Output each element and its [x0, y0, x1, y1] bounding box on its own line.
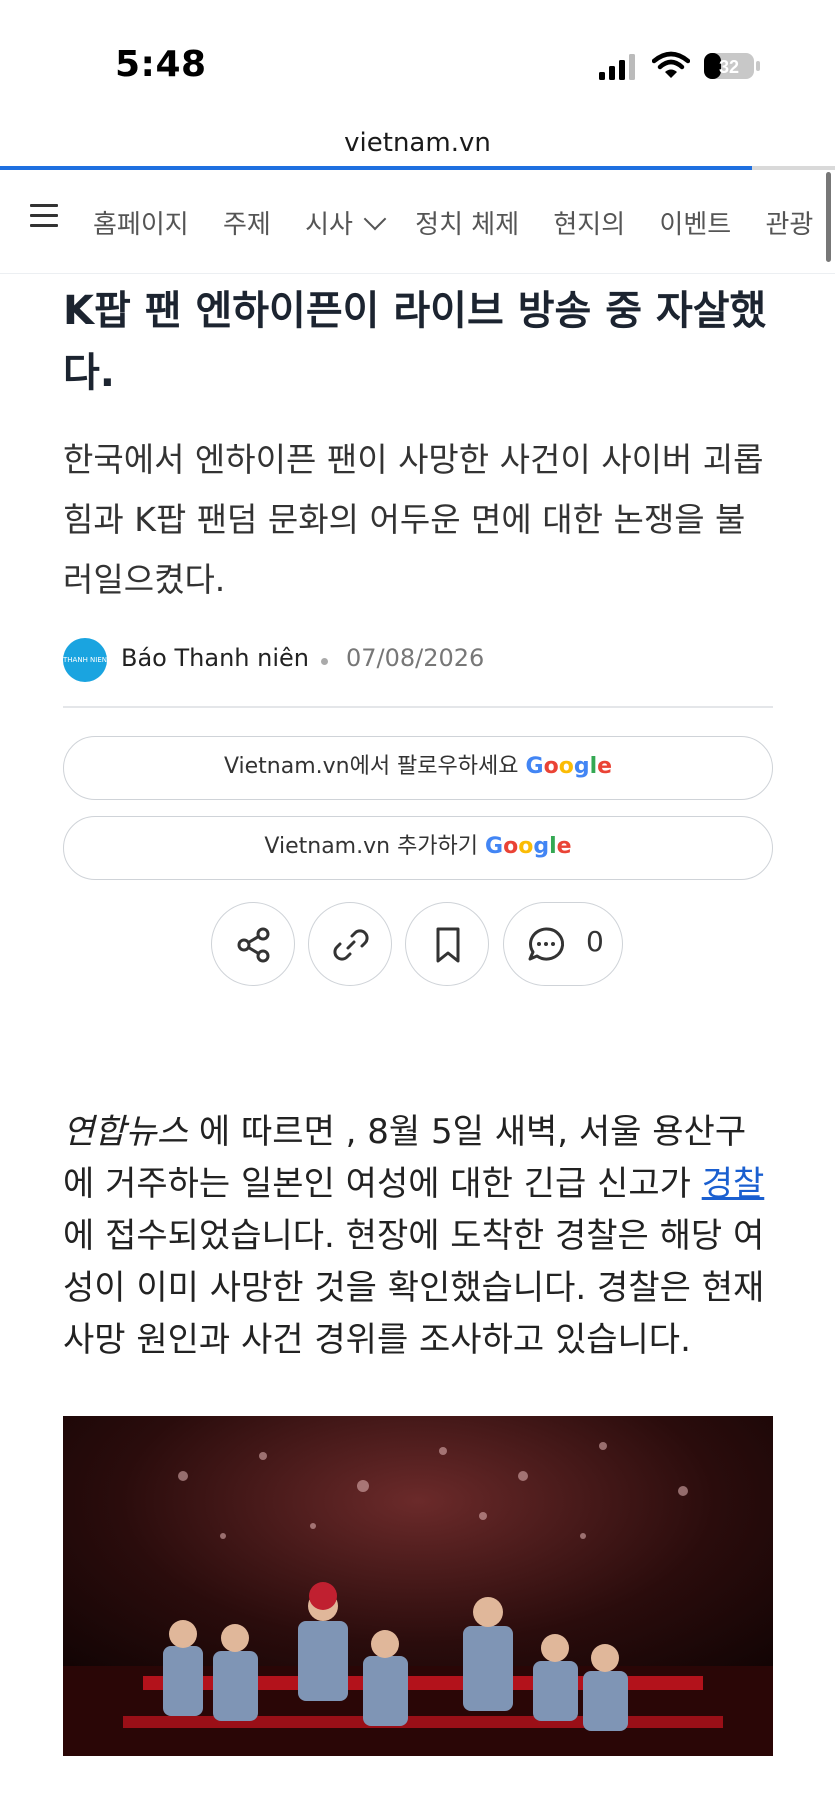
article-photo[interactable] — [63, 1416, 773, 1756]
share-button[interactable] — [211, 902, 295, 986]
url-bar[interactable]: vietnam.vn — [0, 120, 835, 168]
article: K팝 팬 엔하이픈이 라이브 방송 중 자살했다. 한국에서 엔하이픈 팬이 사… — [63, 280, 773, 1756]
nav-item-local[interactable]: 현지의 — [553, 204, 625, 241]
battery-level: 32 — [719, 57, 739, 77]
nav-item-home[interactable]: 홈페이지 — [93, 204, 189, 241]
nav-item-events[interactable]: 이벤트 — [659, 204, 731, 241]
share-icon — [237, 927, 270, 963]
bookmark-button[interactable] — [405, 902, 489, 986]
bookmark-icon — [436, 927, 460, 963]
nav-scrollbar[interactable] — [826, 172, 831, 262]
article-title: K팝 팬 엔하이픈이 라이브 방송 중 자살했다. — [63, 288, 767, 396]
copy-link-button[interactable] — [308, 902, 392, 986]
divider — [63, 706, 773, 708]
police-link[interactable]: 경찰 — [702, 1164, 765, 1204]
article-actions: 0 — [63, 902, 773, 986]
google-logo: Google — [525, 754, 613, 779]
byline-separator — [321, 658, 328, 665]
google-logo: Google — [485, 834, 572, 859]
status-bar: 5:48 32 — [0, 0, 835, 120]
source-name[interactable]: Báo Thanh niên — [121, 644, 309, 672]
concert-photo — [63, 1416, 773, 1756]
battery-icon: 32 — [704, 53, 760, 79]
comment-count: 0 — [586, 925, 604, 958]
nav-item-current-affairs[interactable]: 시사 — [305, 204, 389, 241]
page-load-progress — [0, 166, 835, 170]
article-body: 연합뉴스 에 따르면 , 8월 5일 새벽, 서울 용산구에 거주하는 일본인 … — [63, 1106, 773, 1366]
nav-item-tourism[interactable]: 관광 — [765, 204, 813, 241]
status-time: 5:48 — [115, 44, 207, 85]
body-text-2: 에 접수되었습니다. 현장에 도착한 경찰은 해당 여성이 이미 사망한 것을 … — [63, 1216, 765, 1360]
comments-button[interactable]: 0 — [503, 902, 623, 986]
byline: THANH NIEN Báo Thanh niên 07/08/2026 — [63, 638, 773, 684]
news-agency: 연합뉴스 — [63, 1112, 189, 1152]
url-text[interactable]: vietnam.vn — [344, 128, 491, 158]
nav-item-current-affairs-label: 시사 — [305, 210, 353, 240]
cellular-signal-icon — [599, 54, 635, 80]
follow-google-label: Vietnam.vn에서 팔로우하세요 — [223, 754, 519, 779]
nav-item-topics[interactable]: 주제 — [223, 204, 271, 241]
comment-icon — [528, 927, 565, 961]
menu-icon[interactable] — [30, 204, 58, 228]
add-google-label: Vietnam.vn 추가하기 — [264, 834, 479, 859]
source-logo[interactable]: THANH NIEN — [63, 638, 107, 682]
add-google-button[interactable]: Vietnam.vn 추가하기 Google — [63, 816, 773, 880]
nav-item-politics[interactable]: 정치 체제 — [415, 204, 519, 241]
chevron-down-icon[interactable] — [363, 207, 387, 231]
publish-date: 07/08/2026 — [346, 644, 485, 672]
nav-items: 홈페이지 주제 시사 정치 체제 현지의 이벤트 관광 — [93, 204, 835, 241]
article-subtitle: 한국에서 엔하이픈 팬이 사망한 사건이 사이버 괴롭힘과 K팝 팬덤 문화의 … — [63, 440, 764, 599]
follow-google-button[interactable]: Vietnam.vn에서 팔로우하세요 Google — [63, 736, 773, 800]
link-icon — [333, 929, 369, 961]
category-nav: 홈페이지 주제 시사 정치 체제 현지의 이벤트 관광 — [0, 172, 835, 274]
page-load-progress-fill — [0, 166, 752, 170]
wifi-icon — [652, 51, 690, 78]
